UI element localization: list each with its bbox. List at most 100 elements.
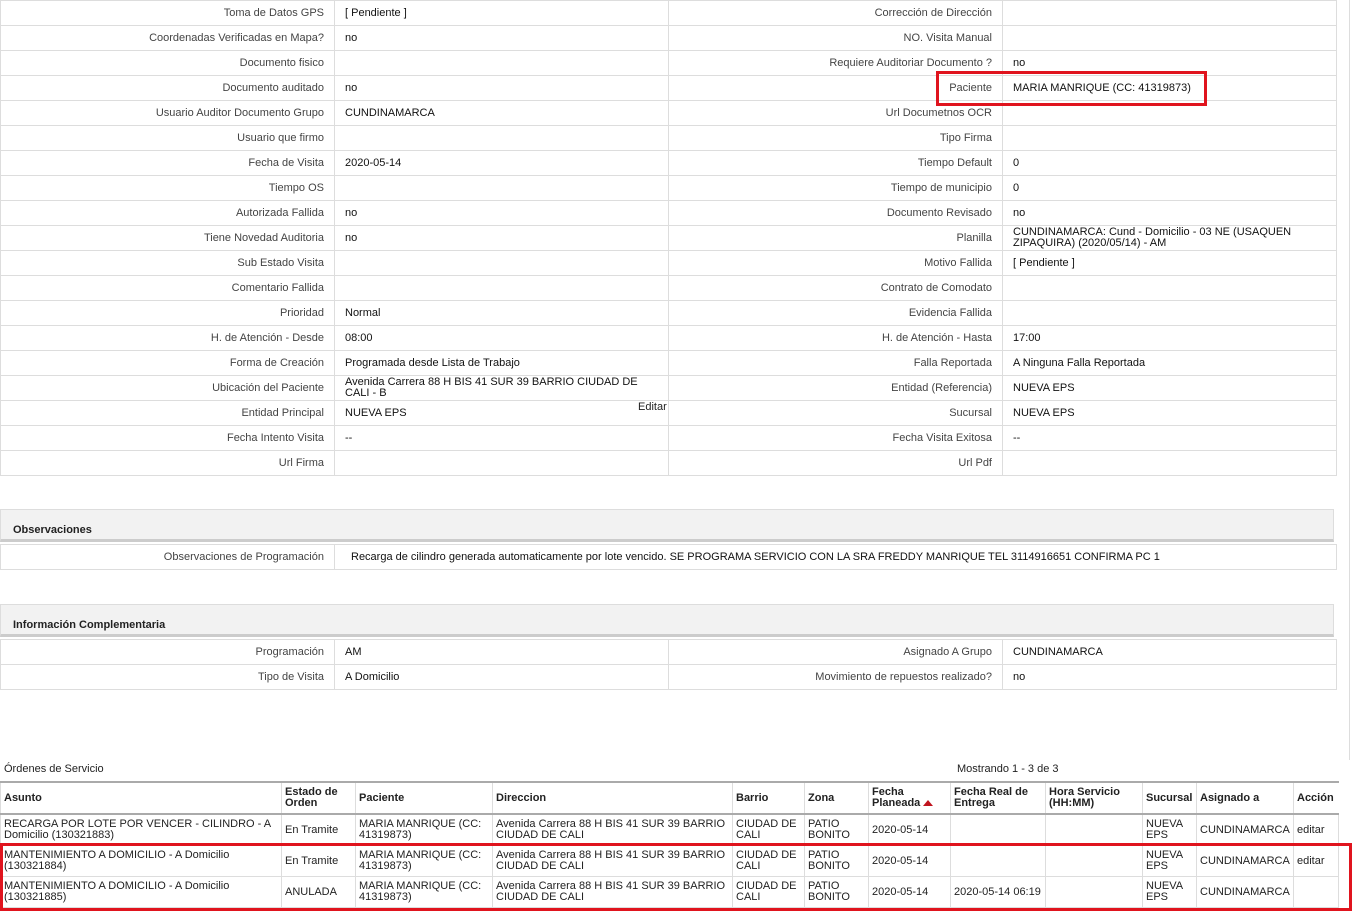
column-header-label: Fecha Planeada	[872, 786, 921, 809]
column-header[interactable]: Fecha Real de Entrega	[950, 781, 1046, 815]
column-header[interactable]: Direccion	[492, 781, 733, 815]
field-label: Entidad (Referencia)	[668, 375, 1003, 401]
field-value: no	[1002, 200, 1337, 226]
field-value: 0	[1002, 175, 1337, 201]
order-row[interactable]: MANTENIMIENTO A DOMICILIO - A Domicilio …	[0, 845, 1339, 877]
field-value: 0	[1002, 150, 1337, 176]
field-label: Url Firma	[0, 450, 335, 476]
field-label: Fecha Intento Visita	[0, 425, 335, 451]
field-label: Tipo de Visita	[0, 664, 335, 690]
order-cell-sucursal: NUEVA EPS	[1142, 876, 1197, 908]
field-value	[1002, 100, 1337, 126]
field-label: Asignado A Grupo	[668, 639, 1003, 665]
scrollbar-track[interactable]	[1349, 0, 1350, 760]
field-value: no	[334, 75, 669, 101]
order-cell-estado: ANULADA	[281, 876, 356, 908]
detail-row: Usuario que firmo Tipo Firma	[0, 125, 1337, 151]
order-cell-barrio: CIUDAD DE CALI	[732, 813, 805, 846]
column-header-label: Direccion	[496, 791, 547, 804]
field-value	[334, 275, 669, 301]
order-cell-hora	[1045, 813, 1143, 846]
field-label: Sub Estado Visita	[0, 250, 335, 276]
visit-details-table: Toma de Datos GPS[ Pendiente ] Corrección…	[0, 0, 1337, 476]
field-label: Motivo Fallida	[668, 250, 1003, 276]
column-header[interactable]: Asignado a	[1196, 781, 1294, 815]
column-header[interactable]: Acción	[1293, 781, 1339, 815]
field-label: Programación	[0, 639, 335, 665]
field-value: --	[334, 425, 669, 451]
detail-row: Toma de Datos GPS[ Pendiente ] Corrección…	[0, 0, 1337, 26]
column-header[interactable]: Hora Servicio (HH:MM)	[1045, 781, 1143, 815]
order-cell-fecha-planeada: 2020-05-14	[868, 813, 951, 846]
field-label: Contrato de Comodato	[668, 275, 1003, 301]
field-label: NO. Visita Manual	[668, 25, 1003, 51]
order-cell-asignado: CUNDINAMARCA	[1196, 876, 1294, 908]
field-label: Usuario que firmo	[0, 125, 335, 151]
order-cell-asignado: CUNDINAMARCA	[1196, 813, 1294, 846]
field-value: no	[1002, 50, 1337, 76]
order-row[interactable]: RECARGA POR LOTE POR VENCER - CILINDRO -…	[0, 813, 1339, 846]
order-row[interactable]: MANTENIMIENTO A DOMICILIO - A Domicilio …	[0, 876, 1339, 908]
field-label: Prioridad	[0, 300, 335, 326]
column-header[interactable]: Barrio	[732, 781, 805, 815]
order-cell-zona: PATIO BONITO	[804, 845, 869, 877]
field-label: Paciente	[668, 75, 1003, 101]
column-header[interactable]: Asunto	[0, 781, 282, 815]
field-value: 17:00	[1002, 325, 1337, 351]
observaciones-value: Recarga de cilindro generada automaticam…	[334, 544, 1337, 570]
complementaria-header: Información Complementaria	[0, 604, 1334, 637]
field-value	[1002, 300, 1337, 326]
field-label: Falla Reportada	[668, 350, 1003, 376]
field-label: Toma de Datos GPS	[0, 0, 335, 26]
field-value	[334, 175, 669, 201]
editar-location-link[interactable]: Editar	[638, 401, 667, 413]
order-cell-estado: En Tramite	[281, 813, 356, 846]
column-header-label: Asunto	[4, 791, 42, 804]
field-value: no	[334, 225, 669, 251]
complementaria-table: Programación AM Asignado A Grupo CUNDINAMAR…	[0, 639, 1337, 690]
detail-row: Sub Estado Visita Motivo Fallida[ Pendien…	[0, 250, 1337, 276]
detail-row: Entidad Principal NUEVA EPS Sucursal NUEVA …	[0, 400, 1337, 426]
detail-row: Tiene Novedad Auditoria no Planilla CUNDINA…	[0, 225, 1337, 251]
field-label: Entidad Principal	[0, 400, 335, 426]
column-header-label: Estado de Orden	[285, 786, 338, 809]
field-label: Ubicación del Paciente	[0, 375, 335, 401]
order-cell-asignado: CUNDINAMARCA	[1196, 845, 1294, 877]
order-cell-asunto: MANTENIMIENTO A DOMICILIO - A Domicilio …	[0, 845, 282, 877]
editar-order-link[interactable]: editar	[1293, 845, 1339, 877]
column-header-label: Barrio	[736, 791, 769, 804]
field-label: H. de Atención - Desde	[0, 325, 335, 351]
field-value	[334, 125, 669, 151]
field-label: Coordenadas Verificadas en Mapa?	[0, 25, 335, 51]
editar-order-link[interactable]	[1293, 876, 1339, 908]
field-label: Movimiento de repuestos realizado?	[668, 664, 1003, 690]
order-cell-asunto: MANTENIMIENTO A DOMICILIO - A Domicilio …	[0, 876, 282, 908]
field-value	[1002, 25, 1337, 51]
column-header[interactable]: Paciente	[355, 781, 493, 815]
editar-order-link[interactable]: editar	[1293, 813, 1339, 846]
detail-row: Fecha de Visita 2020-05-14 Tiempo Default 0	[0, 150, 1337, 176]
order-cell-paciente: MARIA MANRIQUE (CC: 41319873)	[355, 813, 493, 846]
column-header[interactable]: Fecha Planeada	[868, 781, 951, 815]
order-cell-zona: PATIO BONITO	[804, 813, 869, 846]
column-header-label: Sucursal	[1146, 791, 1193, 804]
order-cell-sucursal: NUEVA EPS	[1142, 845, 1197, 877]
field-value	[334, 250, 669, 276]
field-value: AM	[334, 639, 669, 665]
field-label: Documento Revisado	[668, 200, 1003, 226]
order-cell-barrio: CIUDAD DE CALI	[732, 845, 805, 877]
field-label: Corrección de Dirección	[668, 0, 1003, 26]
field-value: Programada desde Lista de Trabajo	[334, 350, 669, 376]
ordenes-table: Asunto Estado de Orden Paciente Direccion Ba…	[0, 781, 1339, 908]
column-header[interactable]: Estado de Orden	[281, 781, 356, 815]
order-cell-asunto: RECARGA POR LOTE POR VENCER - CILINDRO -…	[0, 813, 282, 846]
field-value: NUEVA EPS	[334, 400, 669, 426]
column-header[interactable]: Sucursal	[1142, 781, 1197, 815]
column-header[interactable]: Zona	[804, 781, 869, 815]
detail-row: Usuario Auditor Documento Grupo CUNDINAMA…	[0, 100, 1337, 126]
field-value	[1002, 0, 1337, 26]
field-label: Fecha Visita Exitosa	[668, 425, 1003, 451]
field-label: Autorizada Fallida	[0, 200, 335, 226]
detail-row: Fecha Intento Visita -- Fecha Visita Exito…	[0, 425, 1337, 451]
detail-row: Url Firma Url Pdf	[0, 450, 1337, 476]
